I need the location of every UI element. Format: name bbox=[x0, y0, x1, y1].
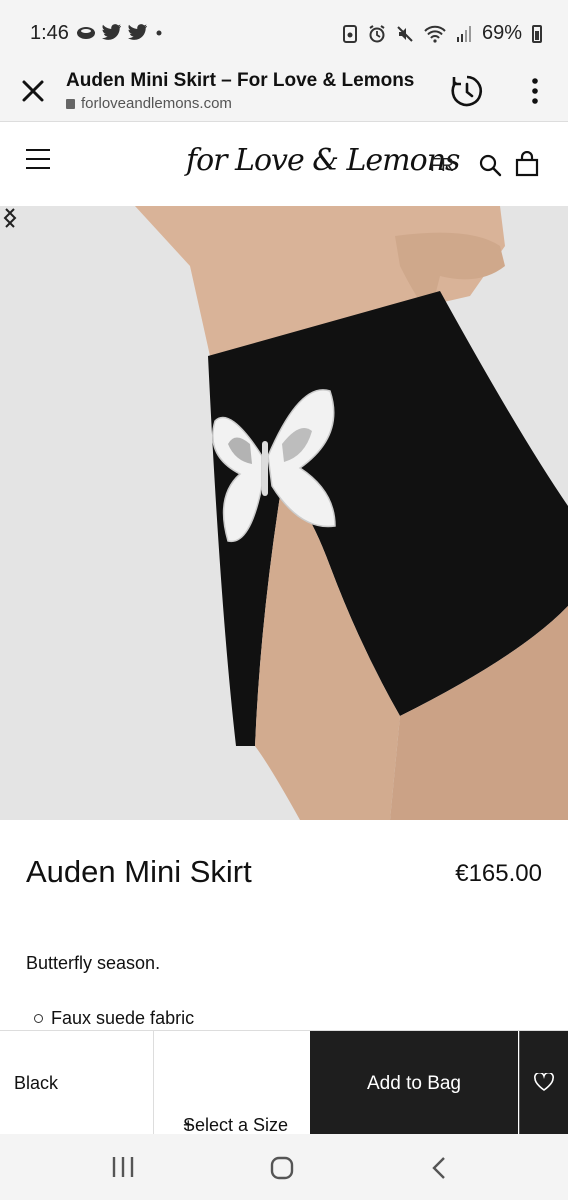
product-photo bbox=[0, 206, 568, 820]
heart-icon bbox=[534, 1073, 554, 1091]
size-selector[interactable]: Select a Size + bbox=[155, 1031, 310, 1135]
mute-icon bbox=[397, 25, 413, 42]
size-label-text: Select a Size bbox=[183, 1115, 289, 1135]
browser-url: forloveandlemons.com bbox=[66, 95, 232, 112]
battery-percent: 69% bbox=[481, 22, 522, 44]
feature-text: Faux suede fabric bbox=[51, 1008, 195, 1028]
recent-apps-icon[interactable] bbox=[110, 1156, 136, 1178]
browser-url-text: forloveandlemons.com bbox=[81, 95, 232, 112]
wifi-icon bbox=[424, 25, 446, 43]
add-to-bag-button[interactable]: Add to Bag bbox=[310, 1031, 518, 1135]
bag-icon[interactable] bbox=[514, 151, 540, 177]
wishlist-button[interactable] bbox=[519, 1031, 568, 1135]
battery-icon bbox=[532, 24, 542, 43]
history-icon[interactable] bbox=[450, 74, 484, 108]
system-navigation-bar bbox=[0, 1134, 568, 1200]
status-bar: 1:46 69% bbox=[0, 0, 568, 62]
close-icon[interactable] bbox=[20, 78, 46, 104]
twitter-icon bbox=[102, 24, 121, 40]
back-icon[interactable] bbox=[430, 1156, 448, 1180]
add-to-bag-label: Add to Bag bbox=[366, 1073, 462, 1094]
alarm-icon bbox=[369, 24, 385, 42]
dot-icon bbox=[156, 30, 162, 36]
product-description: Butterfly season. bbox=[26, 953, 161, 973]
status-time: 1:46 bbox=[30, 22, 69, 44]
lock-icon bbox=[66, 99, 75, 109]
product-price: €165.00 bbox=[455, 860, 542, 887]
cloud-icon bbox=[77, 27, 95, 39]
site-logo[interactable]: for Love & Lemons bbox=[186, 143, 460, 178]
chevron-right-icon[interactable] bbox=[0, 206, 20, 230]
feature-list-item: Faux suede fabric bbox=[34, 1008, 194, 1029]
bullet-circle-icon bbox=[34, 1014, 43, 1023]
lock-app-icon bbox=[342, 24, 357, 43]
language-switch[interactable]: FR bbox=[430, 155, 454, 176]
browser-page-title: Auden Mini Skirt – For Love & Lemons bbox=[66, 70, 415, 91]
system-icons: 69% bbox=[342, 22, 542, 45]
hamburger-icon[interactable] bbox=[26, 149, 50, 169]
notification-icons bbox=[76, 24, 164, 40]
color-selector[interactable]: Black bbox=[0, 1031, 154, 1135]
product-image-carousel[interactable] bbox=[0, 206, 568, 820]
size-selector-label: Select a Size + bbox=[169, 1073, 288, 1135]
more-vertical-icon[interactable] bbox=[524, 76, 546, 106]
color-selector-label: Black bbox=[14, 1073, 59, 1093]
browser-toolbar: Auden Mini Skirt – For Love & Lemons for… bbox=[0, 62, 568, 122]
search-icon[interactable] bbox=[478, 153, 502, 177]
product-title: Auden Mini Skirt bbox=[26, 854, 252, 889]
twitter-icon bbox=[128, 24, 147, 40]
signal-icon bbox=[456, 25, 471, 42]
purchase-bar: Black Select a Size + Add to Bag bbox=[0, 1030, 568, 1135]
site-header: for Love & Lemons FR bbox=[0, 123, 568, 206]
plus-icon: + bbox=[183, 1115, 194, 1135]
home-icon[interactable] bbox=[270, 1156, 294, 1180]
